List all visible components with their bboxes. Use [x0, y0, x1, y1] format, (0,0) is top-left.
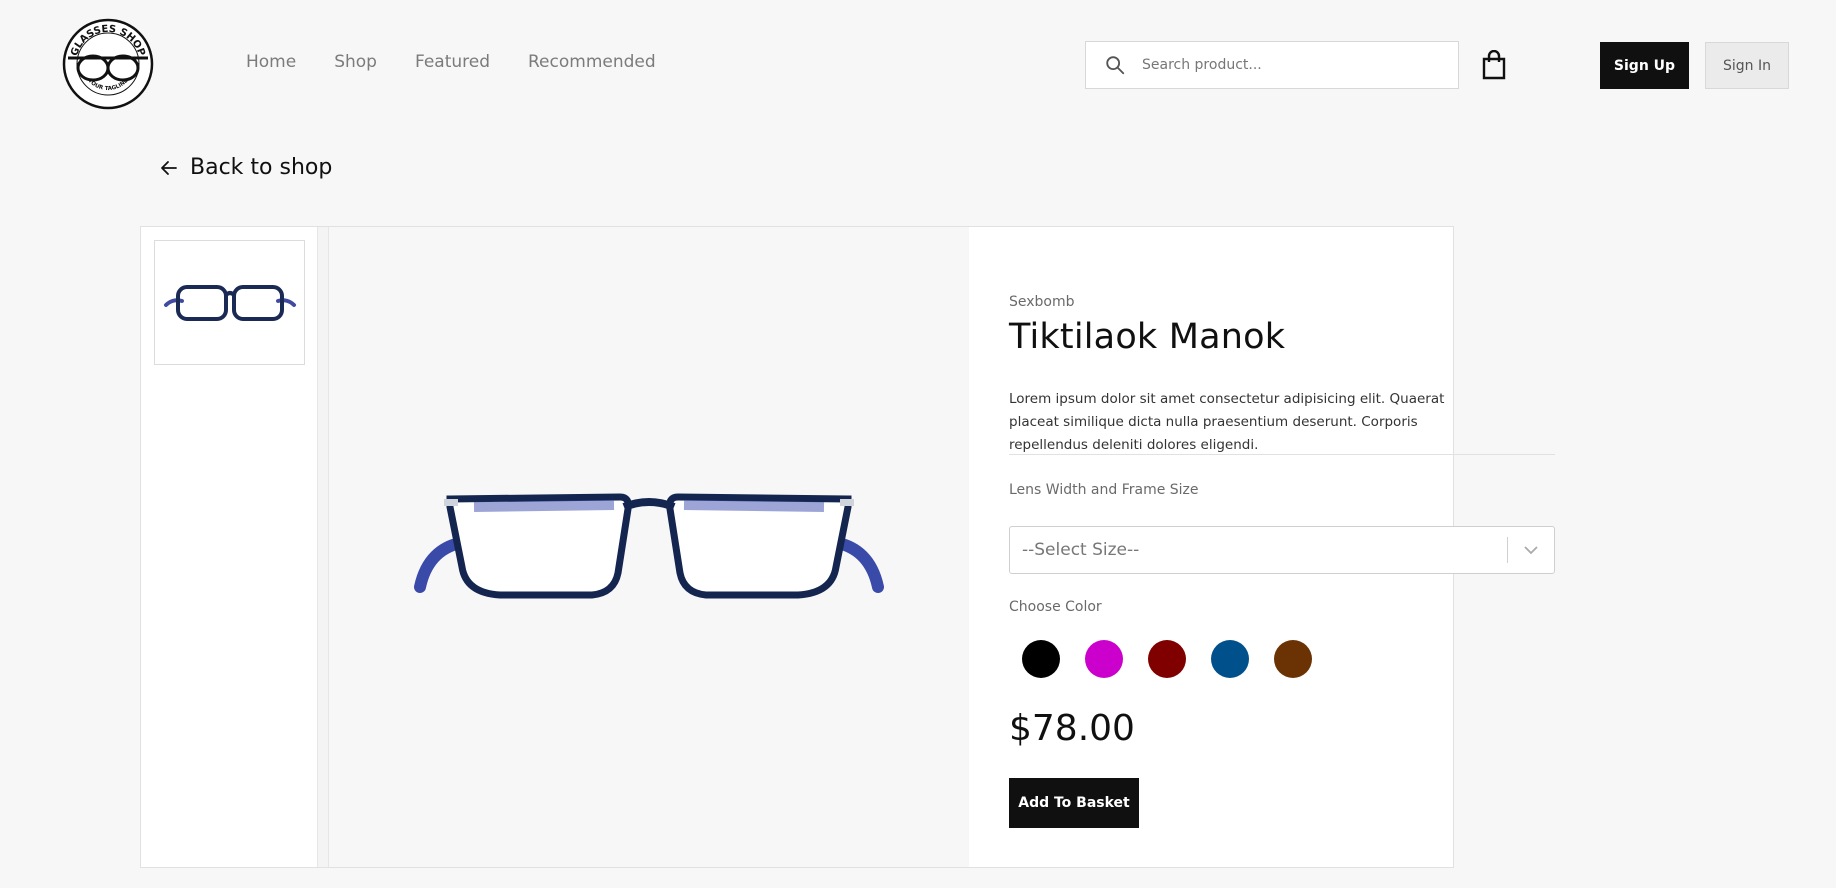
- details-divider: [1009, 454, 1555, 455]
- product-details: Sexbomb Tiktilaok Manok Lorem ipsum dolo…: [969, 227, 1555, 867]
- sign-in-button[interactable]: Sign In: [1705, 42, 1789, 89]
- size-select-value: --Select Size--: [1022, 540, 1140, 560]
- product-brand: Sexbomb: [1009, 294, 1075, 310]
- add-to-basket-button[interactable]: Add To Basket: [1009, 778, 1139, 828]
- thumbnail-column: [141, 227, 317, 867]
- glasses-shop-logo[interactable]: GLASSES SHOP YOUR TAGLINE: [62, 18, 154, 110]
- color-swatches: [1022, 640, 1337, 678]
- nav-shop[interactable]: Shop: [334, 52, 377, 72]
- color-swatch-magenta[interactable]: [1085, 640, 1123, 678]
- main-nav: Home Shop Featured Recommended: [246, 52, 694, 72]
- glasses-thumbnail-image: [163, 284, 296, 321]
- color-swatch-black[interactable]: [1022, 640, 1060, 678]
- arrow-left-icon: [161, 160, 177, 175]
- glasses-image: [414, 493, 884, 599]
- shopping-bag-icon[interactable]: [1480, 50, 1508, 80]
- size-label: Lens Width and Frame Size: [1009, 482, 1199, 498]
- back-to-shop-link[interactable]: Back to shop: [160, 155, 332, 180]
- nav-home[interactable]: Home: [246, 52, 296, 72]
- chevron-down-icon: [1508, 545, 1554, 555]
- product-title: Tiktilaok Manok: [1009, 317, 1286, 357]
- color-swatch-brown[interactable]: [1274, 640, 1312, 678]
- size-select[interactable]: --Select Size--: [1009, 526, 1555, 574]
- product-main-image: [329, 227, 969, 867]
- product-panel: Sexbomb Tiktilaok Manok Lorem ipsum dolo…: [140, 226, 1555, 868]
- color-swatch-blue[interactable]: [1211, 640, 1249, 678]
- product-description: Lorem ipsum dolor sit amet consectetur a…: [1009, 391, 1445, 453]
- site-header: GLASSES SHOP YOUR TAGLINE Home Shop Feat…: [0, 0, 1836, 130]
- color-label: Choose Color: [1009, 599, 1102, 615]
- product-price: $78.00: [1009, 708, 1135, 749]
- color-swatch-maroon[interactable]: [1148, 640, 1186, 678]
- product-thumbnail[interactable]: [154, 240, 305, 365]
- nav-featured[interactable]: Featured: [415, 52, 490, 72]
- nav-recommended[interactable]: Recommended: [528, 52, 656, 72]
- search-bar[interactable]: [1085, 41, 1459, 89]
- image-divider: [317, 227, 329, 867]
- search-input[interactable]: [1140, 56, 1420, 74]
- search-icon: [1106, 56, 1125, 75]
- back-to-shop-label: Back to shop: [190, 155, 333, 180]
- sign-up-button[interactable]: Sign Up: [1600, 42, 1689, 89]
